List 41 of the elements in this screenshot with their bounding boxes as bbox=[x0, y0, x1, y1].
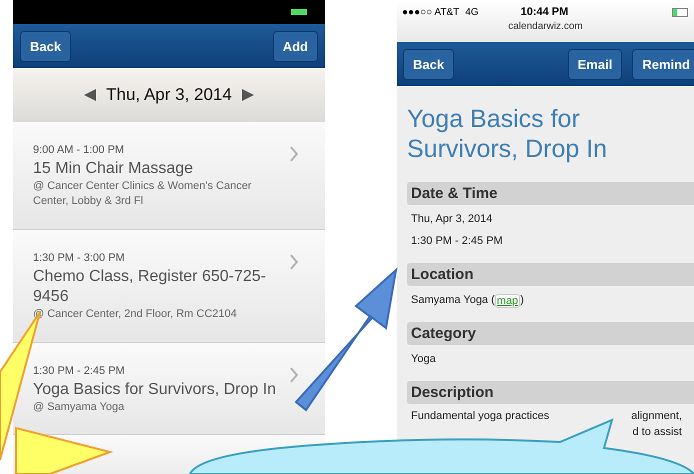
event-time: 1:30 PM - 2:45 PM bbox=[33, 365, 126, 377]
event-title: 15 Min Chair Massage bbox=[33, 159, 194, 179]
chevron-icon bbox=[289, 254, 299, 270]
event-time: 1:30 PM - 3:00 PM bbox=[33, 252, 126, 264]
event-location: @ Samyama Yoga bbox=[33, 400, 126, 415]
chevron-icon bbox=[289, 367, 299, 383]
back-button[interactable]: Back bbox=[20, 30, 72, 62]
carrier-label: ●●●○○ AT&T bbox=[402, 6, 460, 18]
date-label: Thu, Apr 3, 2014 bbox=[106, 85, 232, 105]
back-button[interactable]: Back bbox=[403, 48, 454, 80]
description-text: alignment, bbox=[631, 410, 682, 422]
event-time: 9:00 AM - 1:00 PM bbox=[33, 144, 126, 156]
battery-icon bbox=[291, 9, 307, 15]
event-row[interactable]: 9:00 AM - 1:00 PM 15 Min Chair Massage @ Cancer Center Clinics & Women's Cancer Center, Lobby & 3rd Fl bbox=[13, 122, 325, 230]
clock: 10:44 PM bbox=[520, 6, 568, 18]
next-day-icon[interactable] bbox=[242, 89, 254, 101]
battery-icon bbox=[672, 8, 688, 16]
section-heading: Date & Time bbox=[407, 182, 694, 205]
description-text: d to assist bbox=[632, 426, 682, 438]
section-heading: Description bbox=[407, 381, 694, 404]
map-link[interactable]: map bbox=[494, 294, 520, 308]
detail-text: Yoga bbox=[410, 352, 437, 367]
event-title: Chemo Class, Register 650-725-9456 bbox=[33, 267, 267, 307]
paren-text: ) bbox=[520, 294, 524, 308]
section-heading: Category bbox=[407, 322, 694, 345]
remind-button[interactable]: Remind bbox=[632, 48, 694, 80]
chevron-icon bbox=[289, 146, 299, 162]
event-location: @ Cancer Center Clinics & Women's Cancer Center, Lobby & 3rd Fl bbox=[33, 179, 252, 209]
event-title: Yoga Basics for Survivors, Drop In bbox=[407, 104, 608, 164]
url-label: calendarwiz.com bbox=[508, 21, 583, 32]
network-label: 4G bbox=[465, 6, 479, 18]
email-button[interactable]: Email bbox=[568, 48, 622, 80]
event-title: Yoga Basics for Survivors, Drop In bbox=[33, 380, 278, 400]
location-text: Samyama Yoga ( bbox=[411, 294, 495, 308]
detail-text: 1:30 PM - 2:45 PM bbox=[410, 234, 504, 249]
add-button[interactable]: Add bbox=[272, 30, 318, 62]
description-text: Fundamental yoga practices bbox=[411, 410, 550, 422]
event-row[interactable]: 1:30 PM - 2:45 PM Yoga Basics for Survivors, Drop In @ Samyama Yoga bbox=[13, 343, 325, 435]
previous-day-icon[interactable] bbox=[84, 89, 96, 101]
section-heading: Location bbox=[407, 263, 694, 286]
detail-text: Thu, Apr 3, 2014 bbox=[410, 212, 494, 227]
